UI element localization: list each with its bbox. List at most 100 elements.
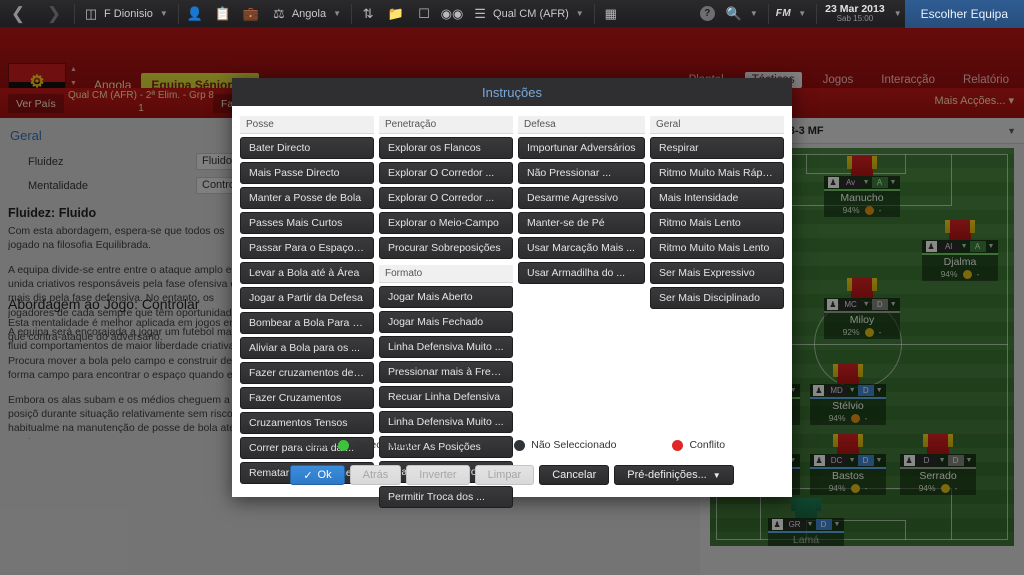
instruction-option[interactable]: Mais Passe Directo: [240, 162, 374, 184]
limpar-button[interactable]: Limpar: [474, 465, 535, 485]
dialog-title: Instruções: [232, 78, 792, 106]
instruction-option[interactable]: Recuar Linha Defensiva: [379, 386, 513, 408]
instruction-columns: Posse Bater Directo Mais Passe Directo M…: [240, 116, 784, 511]
instruction-option[interactable]: Jogar Mais Fechado: [379, 311, 513, 333]
person-search-icon: 👤: [186, 5, 203, 21]
toolbar-divider: [816, 3, 818, 24]
instruction-option[interactable]: Linha Defensiva Muito ...: [379, 336, 513, 358]
toolbar-scouting[interactable]: 👤: [181, 0, 209, 28]
instruction-option[interactable]: Ritmo Muito Mais Lento: [650, 237, 784, 259]
continue-button[interactable]: Escolher Equipa: [904, 0, 1024, 28]
legend: Chave: Seleccionado Não Seleccionado Con…: [232, 439, 792, 451]
instruction-option[interactable]: Ser Mais Expressivo: [650, 262, 784, 284]
chevron-down-icon[interactable]: ▼: [157, 9, 171, 18]
instruction-option[interactable]: Importunar Adversários: [518, 137, 645, 159]
instruction-option[interactable]: Aliviar a Bola para os ...: [240, 337, 374, 359]
pre-definicoes-label: Pré-definições...: [627, 469, 707, 481]
pre-definicoes-button[interactable]: Pré-definições... ▼: [614, 465, 734, 485]
magnifier-icon: 🔍: [725, 5, 742, 21]
instruction-option[interactable]: Permitir Troca dos ...: [379, 486, 513, 508]
toolbar-nation[interactable]: ⚖ Angola ▼: [265, 0, 349, 28]
transfer-icon: ⇅: [362, 5, 374, 21]
instruction-option[interactable]: Ser Mais Disciplinado: [650, 287, 784, 309]
toolbar-competition[interactable]: ☰ Qual CM (AFR) ▼: [466, 0, 592, 28]
fm-menu[interactable]: FM ▼: [771, 0, 814, 28]
chevron-down-icon[interactable]: ▼: [747, 9, 761, 18]
legend-unselected-dot-icon: [514, 439, 526, 451]
column-header-geral: Geral: [650, 116, 784, 134]
instruction-option[interactable]: Usar Marcação Mais ...: [518, 237, 645, 259]
toolbar-divider: [177, 3, 179, 24]
toolbar-briefcase[interactable]: 💼: [237, 0, 265, 28]
chevron-down-icon[interactable]: ▼: [795, 9, 809, 18]
instruction-option[interactable]: Jogar a Partir da Defesa: [240, 287, 374, 309]
instruction-option[interactable]: Cruzamentos Tensos: [240, 412, 374, 434]
column-penetracao: Penetração Explorar os Flancos Explorar …: [379, 116, 513, 511]
toolbar-scout[interactable]: ◉◉: [438, 0, 466, 28]
toolbar-nation-label: Angola: [291, 7, 327, 20]
app-root: ❮ ❯ ◫ F Dionisio ▼ 👤 📋 💼 ⚖ Angola ▼ ⇅ 📁: [0, 0, 1024, 575]
legend-conflict: Conflito: [672, 439, 725, 451]
column-geral: Geral Respirar Ritmo Muito Mais Rápido M…: [650, 116, 784, 511]
check-icon: ✓: [303, 469, 313, 482]
date-chevron-down-icon[interactable]: ▼: [891, 9, 905, 18]
forward-icon[interactable]: ❯: [36, 0, 72, 28]
instruction-option[interactable]: Linha Defensiva Muito ...: [379, 411, 513, 433]
instruction-option[interactable]: Fazer cruzamentos de ...: [240, 362, 374, 384]
column-header-defesa: Defesa: [518, 116, 645, 134]
instruction-option[interactable]: Desarme Agressivo: [518, 187, 645, 209]
column-header-posse: Posse: [240, 116, 374, 134]
cancelar-button[interactable]: Cancelar: [539, 465, 610, 485]
instruction-option[interactable]: Respirar: [650, 137, 784, 159]
toolbar-inbox-label: F Dionisio: [104, 7, 153, 20]
legend-selected-dot-icon: [338, 439, 350, 451]
toolbar-transfers[interactable]: ⇅: [354, 0, 382, 28]
instruction-option[interactable]: Mais Intensidade: [650, 187, 784, 209]
instruction-option[interactable]: Fazer Cruzamentos: [240, 387, 374, 409]
binoculars-icon: ◉◉: [440, 5, 464, 21]
scales-icon: ⚖: [273, 5, 285, 21]
toolbar-folder[interactable]: 📁: [382, 0, 410, 28]
dialog-button-bar: ✓ Ok Atrás Inverter Limpar Cancelar Pré-…: [232, 465, 792, 485]
instruction-option[interactable]: Passar Para o Espaço ...: [240, 237, 374, 259]
instruction-option[interactable]: Procurar Sobreposições: [379, 237, 513, 259]
instruction-option[interactable]: Jogar Mais Aberto: [379, 286, 513, 308]
instruction-option[interactable]: Ritmo Mais Lento: [650, 212, 784, 234]
chevron-down-icon[interactable]: ▼: [330, 9, 344, 18]
toolbar-panel[interactable]: ▦: [597, 0, 625, 28]
instruction-option[interactable]: Explorar O Corredor ...: [379, 162, 513, 184]
instruction-option[interactable]: Manter-se de Pé: [518, 212, 645, 234]
column-header-formato: Formato: [379, 265, 513, 283]
instruction-option[interactable]: Explorar O Corredor ...: [379, 187, 513, 209]
table-icon: ☰: [474, 5, 486, 21]
instruction-option[interactable]: Não Pressionar ...: [518, 162, 645, 184]
instruction-option[interactable]: Explorar o Meio-Campo: [379, 212, 513, 234]
instruction-option[interactable]: Explorar os Flancos: [379, 137, 513, 159]
atras-button[interactable]: Atrás: [349, 465, 402, 485]
instruction-option[interactable]: Manter a Posse de Bola: [240, 187, 374, 209]
toolbar-divider: [767, 3, 769, 24]
legend-conflict-dot-icon: [672, 439, 684, 451]
instructions-dialog: Instruções Posse Bater Directo Mais Pass…: [232, 78, 792, 508]
instruction-option[interactable]: Bombear a Bola Para a ...: [240, 312, 374, 334]
instruction-option[interactable]: Pressionar mais à Frente: [379, 361, 513, 383]
legend-unselected-label: Não Seleccionado: [531, 439, 617, 451]
chevron-down-icon[interactable]: ▼: [573, 9, 587, 18]
search-button[interactable]: 🔍 ▼: [720, 0, 766, 28]
toolbar-divider: [351, 3, 353, 24]
panel-icon: ▦: [604, 5, 617, 21]
instruction-option[interactable]: Bater Directo: [240, 137, 374, 159]
instruction-option[interactable]: Usar Armadilha do ...: [518, 262, 645, 284]
instruction-option[interactable]: Levar a Bola até à Área: [240, 262, 374, 284]
fm-label: FM: [775, 8, 792, 19]
ok-button[interactable]: ✓ Ok: [290, 465, 345, 485]
inverter-button[interactable]: Inverter: [406, 465, 470, 485]
toolbar-window[interactable]: ☐: [410, 0, 438, 28]
help-button[interactable]: ?: [695, 0, 720, 28]
back-icon[interactable]: ❮: [0, 0, 36, 28]
toolbar-clipboard[interactable]: 📋: [209, 0, 237, 28]
instruction-option[interactable]: Passes Mais Curtos: [240, 212, 374, 234]
instruction-option[interactable]: Ritmo Muito Mais Rápido: [650, 162, 784, 184]
toolbar-divider: [593, 3, 595, 24]
toolbar-inbox[interactable]: ◫ F Dionisio ▼: [77, 0, 176, 28]
